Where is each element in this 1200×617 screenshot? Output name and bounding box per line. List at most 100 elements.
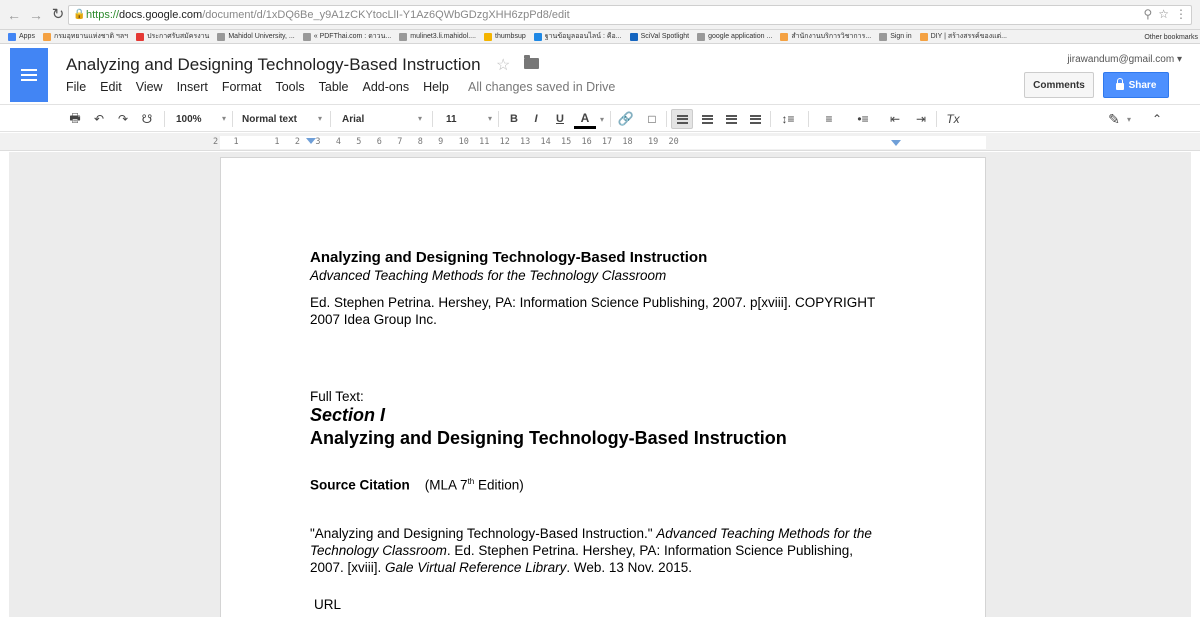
menu-icon[interactable]: ⋮	[1175, 7, 1187, 21]
toolbar-divider	[432, 111, 433, 127]
ruler[interactable]: 2 1 1 2 3 4 5 6 7 8 9 10 11 12 13 14 15 …	[0, 133, 1200, 151]
menu-item-format[interactable]: Format	[222, 80, 262, 94]
menu-item-view[interactable]: View	[136, 80, 163, 94]
bookmark-item[interactable]: « PDFThai.com : ดาวน...	[302, 31, 391, 42]
reference-line-1: "Analyzing and Designing Technology-Base…	[310, 525, 872, 542]
bookmark-item[interactable]: DIY | สร้างสรรค์ของแต่...	[919, 31, 1007, 42]
zoom-value: 100%	[176, 113, 202, 125]
bookmark-item[interactable]: google application ...	[697, 32, 773, 41]
reference-line-2: Technology Classroom. Ed. Stephen Petrin…	[310, 542, 853, 559]
toolbar-divider	[164, 111, 165, 127]
other-bookmarks[interactable]: Other bookmarks	[1144, 30, 1198, 43]
toolbar-divider	[808, 111, 809, 127]
forward-icon[interactable]: →	[28, 7, 44, 23]
left-indent-marker[interactable]	[306, 138, 316, 144]
reload-icon[interactable]: ↻	[50, 6, 66, 23]
bookmark-label: mulinet3.li.mahidol....	[410, 33, 476, 40]
menu-bar: File Edit View Insert Format Tools Table Add-on…	[66, 80, 463, 94]
docs-home-icon[interactable]	[10, 48, 48, 102]
align-center-button[interactable]	[697, 109, 717, 129]
zoom-icon[interactable]: ⚲	[1143, 7, 1152, 21]
bold-button[interactable]: B	[506, 109, 522, 129]
bookmark-icon	[136, 32, 145, 41]
align-right-button[interactable]	[721, 109, 741, 129]
menu-item-add-ons[interactable]: Add-ons	[363, 80, 410, 94]
share-button[interactable]: Share	[1103, 72, 1169, 98]
bookmarks-bar: Apps กรมอุทยานแห่งชาติ ฯลฯ ประกาศรับสมัครง…	[0, 30, 1200, 44]
align-justify-button[interactable]	[745, 109, 765, 129]
source-citation-label: Source Citation	[310, 477, 410, 493]
underline-button[interactable]: U	[552, 109, 568, 129]
menu-item-edit[interactable]: Edit	[100, 80, 122, 94]
bookmark-item[interactable]: ประกาศรับสมัครงาน	[136, 31, 209, 42]
pencil-icon[interactable]: ✎	[1104, 109, 1124, 129]
bookmark-item[interactable]: SciVal Spotlight	[629, 32, 689, 41]
font-select[interactable]: Arial ▾	[342, 109, 422, 129]
style-value: Normal text	[242, 113, 298, 125]
bookmark-item[interactable]: สำนักงานบริการวิชาการ...	[780, 31, 871, 42]
comment-icon[interactable]: □	[642, 109, 662, 129]
bookmark-icon	[780, 32, 789, 41]
increase-indent-icon[interactable]: ⇥	[910, 109, 932, 129]
print-icon[interactable]: 🖶	[66, 109, 84, 129]
document-title[interactable]: Analyzing and Designing Technology-Based…	[66, 55, 481, 75]
formatting-toolbar: 🖶 ↶ ↷ ☋ 100% ▾ Normal text ▾ Arial ▾ 11 ▾ B …	[0, 104, 1200, 132]
redo-icon[interactable]: ↷	[114, 109, 132, 129]
link-icon[interactable]: 🔗	[616, 109, 636, 129]
account-email-text: jirawandum@gmail.com	[1067, 54, 1175, 65]
menu-item-help[interactable]: Help	[423, 80, 449, 94]
bookmark-label: google application ...	[708, 33, 773, 40]
font-size-select[interactable]: 11 ▾	[446, 109, 492, 129]
reference-text: 2007. [xviii].	[310, 560, 386, 575]
decrease-indent-icon[interactable]: ⇤	[884, 109, 906, 129]
bookmark-item[interactable]: thumbsup	[484, 32, 526, 41]
bookmark-icon	[399, 32, 408, 41]
chevron-down-icon[interactable]: ▾	[1124, 109, 1134, 129]
document-heading: Analyzing and Designing Technology-Based…	[310, 249, 708, 266]
bookmark-label: thumbsup	[495, 33, 526, 40]
menu-item-tools[interactable]: Tools	[275, 80, 304, 94]
bookmark-item[interactable]: ฐานข้อมูลออนไลน์ : คือ...	[533, 31, 622, 42]
menu-item-insert[interactable]: Insert	[177, 80, 208, 94]
numbered-list-icon[interactable]: ≡	[816, 109, 842, 129]
collapse-menu-icon[interactable]: ⌃	[1148, 109, 1166, 129]
bulleted-list-icon[interactable]: •≡	[850, 109, 876, 129]
clear-formatting-label: Tx	[946, 112, 960, 126]
line-spacing-icon[interactable]: ↕≡	[776, 109, 800, 129]
bookmark-item[interactable]: mulinet3.li.mahidol....	[399, 32, 476, 41]
bookmark-star-icon[interactable]: ☆	[1158, 7, 1169, 21]
font-value: Arial	[342, 113, 365, 125]
section-title: Analyzing and Designing Technology-Based…	[310, 428, 787, 448]
bookmark-icon	[217, 32, 226, 41]
toolbar-divider	[610, 111, 611, 127]
account-email[interactable]: jirawandum@gmail.com ▾	[1067, 54, 1182, 65]
style-select[interactable]: Normal text ▾	[242, 109, 322, 129]
reference-text: . Ed. Stephen Petrina. Hershey, PA: Info…	[446, 543, 854, 558]
menu-item-file[interactable]: File	[66, 80, 86, 94]
bookmark-item[interactable]: Apps	[8, 32, 35, 41]
folder-icon[interactable]	[524, 55, 539, 69]
url-label: URL	[314, 597, 342, 612]
comments-button[interactable]: Comments	[1024, 72, 1094, 98]
align-left-button[interactable]	[671, 109, 693, 129]
italic-button[interactable]: I	[528, 109, 544, 129]
star-icon[interactable]: ☆	[496, 55, 510, 75]
text-color-button[interactable]: A	[574, 109, 596, 129]
full-text-label: Full Text:	[310, 389, 364, 404]
bookmark-item[interactable]: Mahidol University, ...	[217, 32, 295, 41]
chevron-down-icon[interactable]: ▾	[598, 109, 606, 129]
paint-format-icon[interactable]: ☋	[138, 109, 156, 129]
clear-formatting-button[interactable]: Tx	[942, 109, 964, 129]
right-indent-marker[interactable]	[891, 140, 901, 146]
zoom-select[interactable]: 100% ▾	[176, 109, 226, 129]
source-citation-line: Source Citation (MLA 7th Edition)	[310, 473, 524, 494]
undo-icon[interactable]: ↶	[90, 109, 108, 129]
url-host: docs.google.com	[119, 9, 203, 21]
mla-prefix: (MLA 7	[424, 477, 468, 493]
bookmark-icon	[629, 32, 638, 41]
bookmark-item[interactable]: กรมอุทยานแห่งชาติ ฯลฯ	[42, 31, 128, 42]
back-icon[interactable]: ←	[6, 7, 22, 23]
bookmark-item[interactable]: Sign in	[879, 32, 912, 41]
menu-item-table[interactable]: Table	[319, 80, 349, 94]
url-input[interactable]: 🔒 https:// docs.google.com /document/d/1…	[68, 5, 1192, 25]
